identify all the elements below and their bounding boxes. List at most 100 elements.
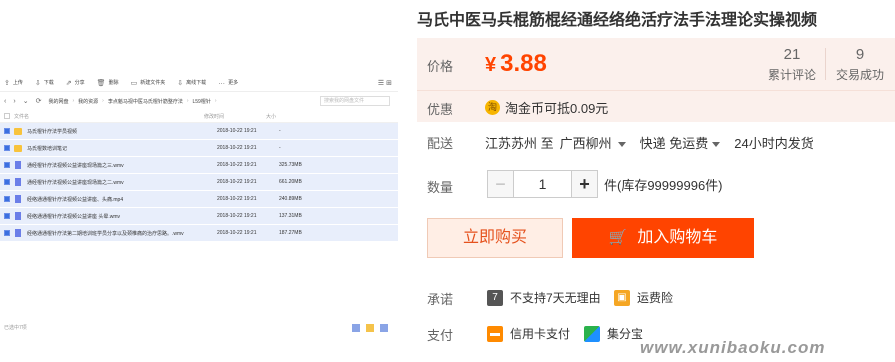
currency-symbol: ¥ — [485, 54, 497, 76]
download-button[interactable]: ⇩ 下载 — [35, 79, 54, 87]
credit-card-icon: ▬ — [487, 325, 503, 342]
file-row[interactable]: 经络通通棍针疗法视频公益讲座 头晕.wmv 2018-10-22 19:21 137… — [0, 208, 398, 225]
download-icon: ⇩ — [34, 79, 41, 87]
deals-stat: 9 交易成功 — [825, 46, 895, 83]
file-size: 187.27MB — [279, 230, 302, 236]
video-file-icon — [15, 195, 21, 203]
truck-icon: ▣ — [614, 289, 630, 306]
file-row[interactable]: 通经棍针疗法视频公益讲座现场篇之三.wmv 2018-10-22 19:21 325… — [0, 157, 398, 174]
ship-method-select[interactable]: 快递 免运费 — [640, 136, 709, 151]
promise-text: 不支持7天无理由 — [510, 291, 601, 305]
buy-now-button[interactable]: 立即购买 — [427, 218, 563, 258]
video-file-icon — [15, 229, 21, 237]
qty-minus-button[interactable]: − — [487, 170, 514, 198]
delete-button[interactable]: 🗑 删除 — [97, 79, 119, 87]
chevron-down-icon[interactable] — [617, 142, 626, 148]
file-row[interactable]: 通经棍针疗法视频公益讲座现场篇之二.wmv 2018-10-22 19:21 661… — [0, 174, 398, 191]
list-view-icon[interactable] — [366, 324, 374, 332]
cart-icon: 🛒 — [608, 229, 628, 246]
breadcrumb-item[interactable]: L59棍针 — [193, 98, 211, 105]
new-folder-button[interactable]: ▭ 新建文件夹 — [131, 79, 166, 87]
back-icon[interactable]: ‹ — [4, 98, 6, 105]
select-all-checkbox[interactable] — [4, 113, 10, 119]
row-checkbox[interactable] — [4, 230, 10, 236]
ship-time: 24小时内发货 — [734, 136, 814, 151]
grid-view-icon[interactable] — [352, 324, 360, 332]
file-size: 240.89MB — [279, 196, 302, 202]
price-box: 价格 ¥3.88 21 累计评论 9 交易成功 — [417, 38, 895, 90]
coupon-text: 淘金币可抵0.09元 — [505, 101, 609, 116]
more-button[interactable]: … 更多 — [218, 79, 238, 86]
row-checkbox[interactable] — [4, 145, 10, 151]
file-name[interactable]: 马氏棍数培训笔记 — [27, 145, 217, 152]
ship-from: 江苏苏州 至 — [485, 136, 554, 151]
dropdown-icon[interactable]: ⌄ — [23, 97, 29, 105]
file-name[interactable]: 通经棍针疗法视频公益讲座现场篇之二.wmv — [27, 179, 217, 186]
col-date[interactable]: 修改时间 — [204, 113, 266, 120]
breadcrumb-sep: › — [72, 98, 75, 104]
qty-input[interactable]: 1 — [514, 170, 571, 198]
row-checkbox[interactable] — [4, 162, 10, 168]
ship-label: 配送 — [427, 136, 454, 151]
more-icon: … — [218, 79, 226, 86]
no-7day-return: 7 不支持7天无理由 — [487, 289, 601, 306]
sort-icon[interactable]: ☰ ⊞ — [378, 79, 392, 87]
deals-count: 9 — [855, 46, 865, 63]
breadcrumb-item[interactable]: 李点魁马视中医马氏棍针筋整疗法 — [108, 98, 183, 105]
qty-plus-button[interactable]: + — [571, 170, 598, 198]
file-row[interactable]: 经络通通棍针疗法视频公益讲座、头痛.mp4 2018-10-22 19:21 240… — [0, 191, 398, 208]
file-date: 2018-10-22 19:21 — [217, 179, 257, 185]
price-value: ¥3.88 — [485, 50, 547, 78]
file-size: 325.73MB — [279, 162, 302, 168]
row-checkbox[interactable] — [4, 179, 10, 185]
file-name[interactable]: 经络通通棍针疗法视频公益讲座、头痛.mp4 — [27, 196, 217, 203]
chevron-down-icon[interactable] — [712, 142, 721, 148]
video-file-icon — [15, 212, 21, 220]
share-button[interactable]: ⇗ 分享 — [66, 79, 85, 87]
folder-icon — [14, 127, 22, 135]
file-name[interactable]: 马氏棍针疗法学员视频 — [27, 128, 217, 135]
detail-view-icon[interactable] — [380, 324, 388, 332]
file-list: 马氏棍针疗法学员视频 2018-10-22 19:21- 马氏棍数培训笔记 2018-… — [0, 123, 398, 242]
taobi-coin-icon: 淘 — [485, 100, 500, 115]
col-size[interactable]: 大小 — [266, 113, 306, 120]
file-date: 2018-10-22 19:21 — [217, 213, 257, 219]
refresh-icon[interactable]: ⟳ — [36, 97, 42, 105]
file-name[interactable]: 通经棍针疗法视频公益讲座现场篇之三.wmv — [27, 162, 217, 169]
breadcrumb-sep: › — [186, 98, 189, 104]
file-name[interactable]: 经络通通棍针疗法第二期培训班学员分享以及颈椎痛的治疗思路。.wmv — [27, 230, 217, 237]
add-to-cart-button[interactable]: 🛒 加入购物车 — [572, 218, 754, 258]
row-checkbox[interactable] — [4, 196, 10, 202]
file-name[interactable]: 经络通通棍针疗法视频公益讲座 头晕.wmv — [27, 213, 217, 220]
forward-icon[interactable]: › — [13, 98, 15, 105]
row-checkbox[interactable] — [4, 213, 10, 219]
file-row[interactable]: 经络通通棍针疗法第二期培训班学员分享以及颈椎痛的治疗思路。.wmv 2018-10… — [0, 225, 398, 242]
stock-text: 件(库存99999996件) — [604, 177, 723, 193]
file-size: 661.20MB — [279, 179, 302, 185]
deals-label: 交易成功 — [835, 68, 884, 82]
breadcrumb-item[interactable]: 我的资源 — [78, 98, 98, 105]
offline-download-icon: ⇩ — [177, 79, 184, 87]
product-title: 马氏中医马兵棍筋棍经通经络绝活疗法手法理论实操视频 — [417, 12, 818, 29]
shipping-insurance[interactable]: ▣ 运费险 — [614, 289, 673, 306]
file-list-header: 文件名 修改时间 大小 — [0, 110, 398, 123]
cloud-search-input[interactable]: 搜索我的网盘文件 — [320, 96, 390, 106]
selection-count: 已选中7项 — [4, 325, 27, 331]
file-row[interactable]: 马氏棍数培训笔记 2018-10-22 19:21 - — [0, 140, 398, 157]
row-checkbox[interactable] — [4, 128, 10, 134]
cloud-toolbar: ⇪ 上传 ⇩ 下载 ⇗ 分享 🗑 删除 ▭ 新建文件夹 ⇩ 离线下载 … 更多 ☰ ⊞ — [0, 74, 398, 92]
file-date: 2018-10-22 19:21 — [217, 128, 257, 134]
file-date: 2018-10-22 19:21 — [217, 145, 257, 151]
reviews-stat[interactable]: 21 累计评论 — [757, 46, 827, 83]
offline-download-button[interactable]: ⇩ 离线下载 — [177, 79, 206, 87]
col-name[interactable]: 文件名 — [14, 113, 204, 120]
ship-to-select[interactable]: 广西柳州 — [560, 136, 612, 151]
file-size: 137.31MB — [279, 213, 302, 219]
coupon-row: 优惠 淘淘金币可抵0.09元 — [417, 90, 895, 122]
breadcrumb-item[interactable]: 我的网盘 — [48, 98, 68, 105]
folder-icon — [14, 144, 22, 152]
pay-jifen-text: 集分宝 — [607, 327, 644, 341]
file-row[interactable]: 马氏棍针疗法学员视频 2018-10-22 19:21 - — [0, 123, 398, 140]
upload-button[interactable]: ⇪ 上传 — [4, 79, 23, 87]
add-cart-label: 加入购物车 — [637, 229, 718, 246]
